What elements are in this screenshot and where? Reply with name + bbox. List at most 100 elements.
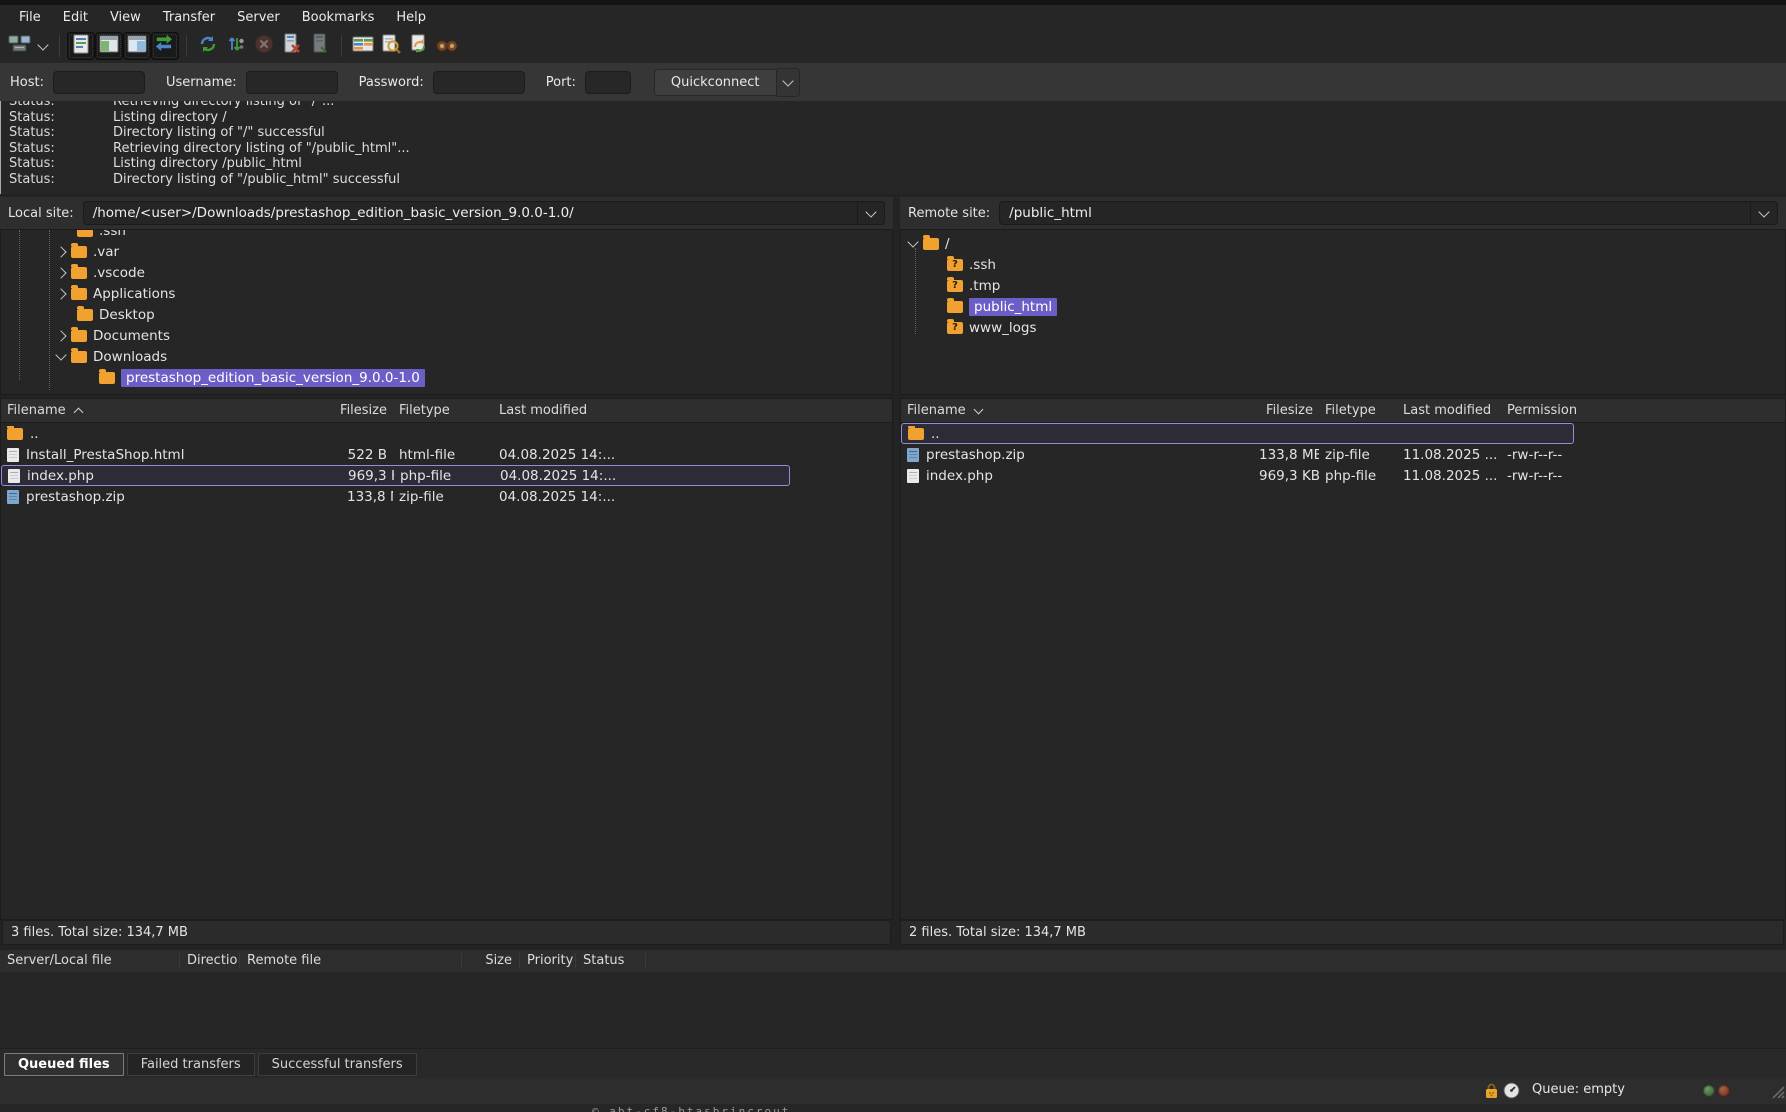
filezilla-window: File Edit View Transfer Server Bookmarks… — [0, 0, 1786, 1112]
local-site-combobox[interactable]: /home/<user>/Downloads/prestashop_editio… — [83, 201, 885, 225]
file-search-button[interactable] — [433, 32, 461, 60]
tab-successful-transfers[interactable]: Successful transfers — [258, 1053, 417, 1076]
transfer-queue-list[interactable] — [0, 972, 1786, 1048]
lock-icon[interactable] — [1484, 1083, 1499, 1103]
site-manager-dropdown-button[interactable] — [34, 32, 52, 60]
queue-column-size[interactable]: Size — [462, 953, 520, 969]
site-manager-icon — [8, 33, 32, 59]
column-header-last-modified[interactable]: Last modified — [1397, 403, 1501, 418]
menu-edit[interactable]: Edit — [52, 7, 99, 28]
expand-arrow-icon[interactable] — [55, 330, 66, 341]
local-site-path: /home/<user>/Downloads/prestashop_editio… — [84, 205, 857, 221]
toggle-remote-tree-button[interactable] — [123, 32, 151, 60]
find-files-button[interactable] — [377, 32, 405, 60]
quickconnect-button[interactable]: Quickconnect — [654, 69, 777, 96]
password-input[interactable] — [433, 71, 525, 94]
toggle-transfer-queue-button[interactable] — [151, 32, 179, 60]
open-folder-icon — [947, 301, 963, 313]
reconnect-button[interactable] — [306, 32, 334, 60]
column-header-permission[interactable]: Permission — [1501, 403, 1573, 418]
tree-item-ssh[interactable]: .ssh — [1, 229, 892, 241]
toolbar-separator — [59, 35, 60, 57]
chevron-down-icon — [1758, 206, 1769, 217]
password-label: Password: — [359, 75, 424, 90]
tree-item-applications[interactable]: Applications — [1, 283, 892, 304]
file-row-install-prestashop[interactable]: Install_PrestaShop.html 522 B html-file … — [1, 444, 790, 465]
local-directory-tree[interactable]: .ssh .var .vscode Applications Desktop D… — [0, 229, 893, 395]
file-row-parent-dir[interactable]: .. — [1, 423, 790, 444]
column-header-filesize[interactable]: Filesize — [341, 403, 393, 418]
resize-grip[interactable] — [1769, 1083, 1785, 1103]
file-row-prestashop-zip[interactable]: prestashop.zip 133,8 MB zip-file 11.08.2… — [901, 444, 1574, 465]
column-header-filename[interactable]: Filename — [901, 403, 1253, 418]
tree-item-vscode[interactable]: .vscode — [1, 262, 892, 283]
transfer-queue-icon — [154, 35, 176, 57]
menu-file[interactable]: File — [8, 7, 52, 28]
tree-item-desktop[interactable]: Desktop — [1, 304, 892, 325]
port-input[interactable] — [585, 71, 631, 94]
synchronized-browsing-button[interactable] — [405, 32, 433, 60]
column-header-filesize[interactable]: Filesize — [1253, 403, 1319, 418]
speed-limits-icon[interactable] — [1503, 1082, 1520, 1103]
tree-item-documents[interactable]: Documents — [1, 325, 892, 346]
directory-comparison-icon — [352, 35, 374, 57]
menu-bookmarks[interactable]: Bookmarks — [291, 7, 386, 28]
cancel-operation-button[interactable] — [250, 32, 278, 60]
site-manager-button[interactable] — [6, 32, 34, 60]
remote-directory-tree[interactable]: / .ssh .tmp public_html www_logs — [900, 229, 1786, 395]
tree-item-remote-ssh[interactable]: .ssh — [901, 254, 1785, 275]
remote-site-dropdown-button[interactable] — [1750, 202, 1777, 224]
filter-icon — [227, 34, 245, 58]
queue-column-status[interactable]: Status — [576, 953, 646, 969]
column-header-filetype[interactable]: Filetype — [1319, 403, 1397, 418]
queue-column-direction[interactable]: Directio — [180, 953, 240, 969]
quickconnect-bar: Host: Username: Password: Port: Quickcon… — [0, 63, 1786, 101]
local-site-dropdown-button[interactable] — [857, 202, 884, 224]
directory-listing-filters-button[interactable] — [222, 32, 250, 60]
queue-column-server-local-file[interactable]: Server/Local file — [0, 953, 180, 969]
tab-failed-transfers[interactable]: Failed transfers — [127, 1053, 255, 1076]
disconnect-button[interactable] — [278, 32, 306, 60]
tree-item-root[interactable]: / — [901, 233, 1785, 254]
menu-help[interactable]: Help — [385, 7, 437, 28]
menu-view[interactable]: View — [99, 7, 152, 28]
local-site-bar: Local site: /home/<user>/Downloads/prest… — [0, 197, 893, 229]
refresh-button[interactable] — [194, 32, 222, 60]
file-row-index-php[interactable]: index.php 969,3 KB php-file 04.08.2025 1… — [1, 465, 790, 486]
tree-item-var[interactable]: .var — [1, 241, 892, 262]
tree-item-remote-tmp[interactable]: .tmp — [901, 275, 1785, 296]
tree-item-www-logs[interactable]: www_logs — [901, 317, 1785, 338]
tab-queued-files[interactable]: Queued files — [4, 1053, 124, 1076]
quickconnect-dropdown-button[interactable] — [777, 68, 800, 97]
column-header-last-modified[interactable]: Last modified — [493, 403, 789, 418]
expand-arrow-icon[interactable] — [55, 267, 66, 278]
username-input[interactable] — [246, 71, 338, 94]
expand-arrow-icon[interactable] — [55, 288, 66, 299]
remote-file-list[interactable]: Filename Filesize Filetype Last modified… — [900, 398, 1786, 920]
file-row-parent-dir[interactable]: .. — [901, 423, 1574, 444]
tree-item-downloads[interactable]: Downloads — [1, 346, 892, 367]
folder-icon — [71, 288, 87, 300]
queue-column-priority[interactable]: Priority — [520, 953, 576, 969]
menu-server[interactable]: Server — [226, 7, 291, 28]
message-log[interactable]: Status:Retrieving directory listing of "… — [1, 101, 1786, 194]
toolbar-separator — [186, 35, 187, 57]
local-file-list[interactable]: Filename Filesize Filetype Last modified… — [0, 398, 893, 920]
column-header-filename[interactable]: Filename — [1, 403, 341, 418]
directory-comparison-button[interactable] — [349, 32, 377, 60]
php-file-icon — [907, 469, 919, 483]
collapse-arrow-icon[interactable] — [907, 236, 918, 247]
queue-column-remote-file[interactable]: Remote file — [240, 953, 462, 969]
remote-site-combobox[interactable]: /public_html — [999, 201, 1778, 225]
menu-transfer[interactable]: Transfer — [152, 7, 226, 28]
expand-arrow-icon[interactable] — [55, 246, 66, 257]
host-input[interactable] — [53, 71, 145, 94]
toggle-local-tree-button[interactable] — [95, 32, 123, 60]
collapse-arrow-icon[interactable] — [55, 349, 66, 360]
tree-item-prestashop-folder[interactable]: prestashop_edition_basic_version_9.0.0-1… — [1, 367, 892, 388]
tree-item-public-html[interactable]: public_html — [901, 296, 1785, 317]
toggle-message-log-button[interactable] — [67, 32, 95, 60]
file-row-index-php[interactable]: index.php 969,3 KB php-file 11.08.2025 .… — [901, 465, 1574, 486]
file-row-prestashop-zip[interactable]: prestashop.zip 133,8 MB zip-file 04.08.2… — [1, 486, 790, 507]
column-header-filetype[interactable]: Filetype — [393, 403, 493, 418]
